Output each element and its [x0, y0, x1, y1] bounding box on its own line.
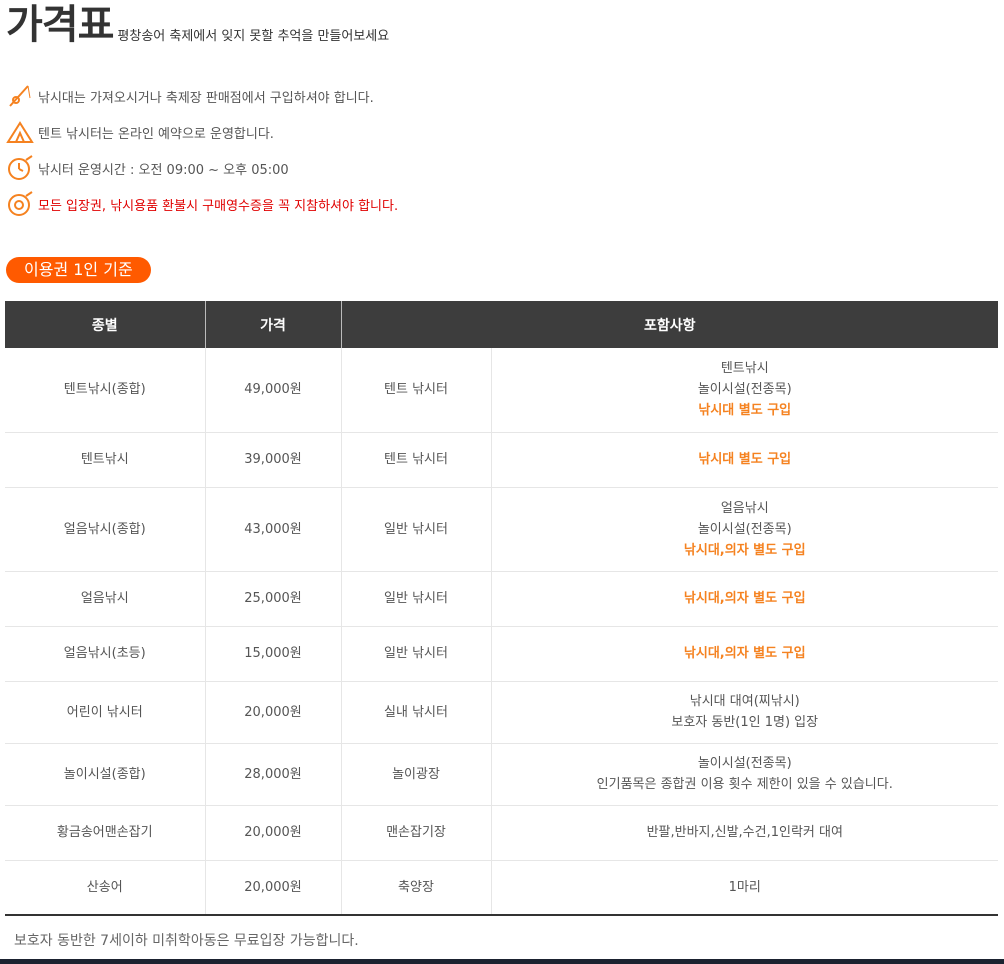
clock-icon — [8, 155, 33, 180]
type-cell: 산송어 — [5, 860, 206, 916]
includes-cell: 반팔,반바지,신발,수건,1인락커 대여 — [491, 805, 998, 861]
includes-line: 인기품목은 종합권 이용 횟수 제한이 있을 수 있습니다. — [596, 777, 893, 792]
includes-cell: 놀이시설(전종목) 인기품목은 종합권 이용 횟수 제한이 있을 수 있습니다. — [491, 743, 998, 806]
table-row: 어린이 낚시터 20,000원 실내 낚시터 낚시대 대여(찌낚시) 보호자 동반(1인… — [5, 681, 998, 744]
table-row: 놀이시설(종합) 28,000원 놀이광장 놀이시설(전종목) 인기품목은 종합권 이용… — [5, 743, 998, 806]
place-cell: 일반 낚시터 — [341, 487, 492, 572]
includes-cell: 낚시대 별도 구입 — [491, 432, 998, 488]
place-cell: 텐트 낚시터 — [341, 348, 492, 433]
place-cell: 일반 낚시터 — [341, 626, 492, 682]
type-cell: 얼음낚시(초등) — [5, 626, 206, 682]
price-cell: 39,000원 — [205, 432, 342, 488]
includes-cell: 얼음낚시놀이시설(전종목) 낚시대,의자 별도 구입 — [491, 487, 998, 572]
type-cell: 텐트낚시(종합) — [5, 348, 206, 433]
type-cell: 황금송어맨손잡기 — [5, 805, 206, 861]
includes-line: 낚시대 대여(찌낚시) — [689, 694, 800, 709]
includes-note: 낚시대,의자 별도 구입 — [683, 646, 806, 661]
place-cell: 놀이광장 — [341, 743, 492, 806]
notice-item: 낚시터 운영시간 : 오전 09:00 ~ 오후 05:00 — [6, 150, 398, 186]
header-price: 가격 — [205, 301, 342, 348]
includes-note: 낚시대,의자 별도 구입 — [683, 591, 806, 606]
price-table: 종별 가격 포함사항 텐트낚시(종합) 49,000원 텐트 낚시터 텐트낚시 놀이시설… — [5, 301, 998, 916]
table-row: 황금송어맨손잡기 20,000원 맨손잡기장 반팔,반바지,신발,수건,1인락커 대여 — [5, 805, 998, 861]
notice-text: 낚시터 운영시간 : 오전 09:00 ~ 오후 05:00 — [38, 162, 289, 178]
price-cell: 25,000원 — [205, 571, 342, 627]
price-cell: 20,000원 — [205, 681, 342, 744]
includes-line: 놀이시설(전종목) — [697, 521, 792, 537]
fishing-rod-icon — [9, 85, 31, 107]
includes-cell: 낚시대,의자 별도 구입 — [491, 626, 998, 682]
receipt-icon — [8, 191, 33, 216]
notice-text: 모든 입장권, 낚시용품 환불시 구매영수증을 꼭 지참하셔야 합니다. — [38, 198, 399, 214]
includes-note: 낚시대,의자 별도 구입 — [683, 542, 806, 558]
price-cell: 20,000원 — [205, 805, 342, 861]
notice-item: 낚시대는 가져오시거나 축제장 판매점에서 구입하셔야 합니다. — [6, 78, 398, 114]
type-cell: 놀이시설(종합) — [5, 743, 206, 806]
tent-icon — [6, 121, 34, 143]
includes-cell: 텐트낚시놀이시설(전종목) 낚시대 별도 구입 — [491, 348, 998, 433]
includes-line: 반팔,반바지,신발,수건,1인락커 대여 — [646, 825, 843, 840]
table-row: 얼음낚시 25,000원 일반 낚시터 낚시대,의자 별도 구입 — [5, 571, 998, 627]
notice-list: 낚시대는 가져오시거나 축제장 판매점에서 구입하셔야 합니다. 텐트 낚시터는… — [6, 78, 398, 222]
includes-note: 낚시대 별도 구입 — [698, 452, 792, 467]
page-header: 가격표 평창송어 축제에서 잊지 못할 추억을 만들어보세요 — [6, 2, 389, 48]
type-cell: 어린이 낚시터 — [5, 681, 206, 744]
includes-cell: 낚시대,의자 별도 구입 — [491, 571, 998, 627]
includes-note: 낚시대 별도 구입 — [698, 403, 792, 419]
place-cell: 일반 낚시터 — [341, 571, 492, 627]
includes-line: 텐트낚시 — [720, 361, 769, 377]
page-title: 가격표 — [6, 2, 114, 48]
place-cell: 텐트 낚시터 — [341, 432, 492, 488]
notice-item-warning: 모든 입장권, 낚시용품 환불시 구매영수증을 꼭 지참하셔야 합니다. — [6, 186, 398, 222]
notice-text: 낚시대는 가져오시거나 축제장 판매점에서 구입하셔야 합니다. — [38, 90, 374, 106]
place-cell: 실내 낚시터 — [341, 681, 492, 744]
footnote: 보호자 동반한 7세이하 미취학아동은 무료입장 가능합니다. — [14, 933, 359, 949]
price-cell: 15,000원 — [205, 626, 342, 682]
table-row: 텐트낚시(종합) 49,000원 텐트 낚시터 텐트낚시놀이시설(전종목) 낚시대 별도… — [5, 348, 998, 433]
includes-line: 보호자 동반(1인 1명) 입장 — [671, 715, 819, 730]
type-cell: 텐트낚시 — [5, 432, 206, 488]
ticket-badge: 이용권 1인 기준 — [6, 257, 151, 283]
includes-line: 1마리 — [728, 879, 761, 895]
table-row: 얼음낚시(초등) 15,000원 일반 낚시터 낚시대,의자 별도 구입 — [5, 626, 998, 682]
bottom-bar — [0, 959, 1004, 964]
price-cell: 20,000원 — [205, 860, 342, 916]
notice-item: 텐트 낚시터는 온라인 예약으로 운영합니다. — [6, 114, 398, 150]
page-subtitle: 평창송어 축제에서 잊지 못할 추억을 만들어보세요 — [117, 29, 390, 44]
includes-line: 놀이시설(전종목) — [697, 382, 792, 398]
table-header-row: 종별 가격 포함사항 — [5, 301, 998, 348]
header-type: 종별 — [5, 301, 206, 348]
includes-cell: 1마리 — [491, 860, 998, 916]
price-cell: 43,000원 — [205, 487, 342, 572]
header-includes: 포함사항 — [341, 301, 998, 348]
place-cell: 맨손잡기장 — [341, 805, 492, 861]
place-cell: 축양장 — [341, 860, 492, 916]
includes-line: 놀이시설(전종목) — [697, 756, 792, 771]
includes-cell: 낚시대 대여(찌낚시) 보호자 동반(1인 1명) 입장 — [491, 681, 998, 744]
price-cell: 49,000원 — [205, 348, 342, 433]
type-cell: 얼음낚시(종합) — [5, 487, 206, 572]
price-cell: 28,000원 — [205, 743, 342, 806]
table-row: 텐트낚시 39,000원 텐트 낚시터 낚시대 별도 구입 — [5, 432, 998, 488]
includes-line: 얼음낚시 — [720, 500, 769, 516]
table-row: 얼음낚시(종합) 43,000원 일반 낚시터 얼음낚시놀이시설(전종목) 낚시대,의자… — [5, 487, 998, 572]
table-row: 산송어 20,000원 축양장 1마리 — [5, 860, 998, 916]
type-cell: 얼음낚시 — [5, 571, 206, 627]
notice-text: 텐트 낚시터는 온라인 예약으로 운영합니다. — [38, 126, 274, 142]
